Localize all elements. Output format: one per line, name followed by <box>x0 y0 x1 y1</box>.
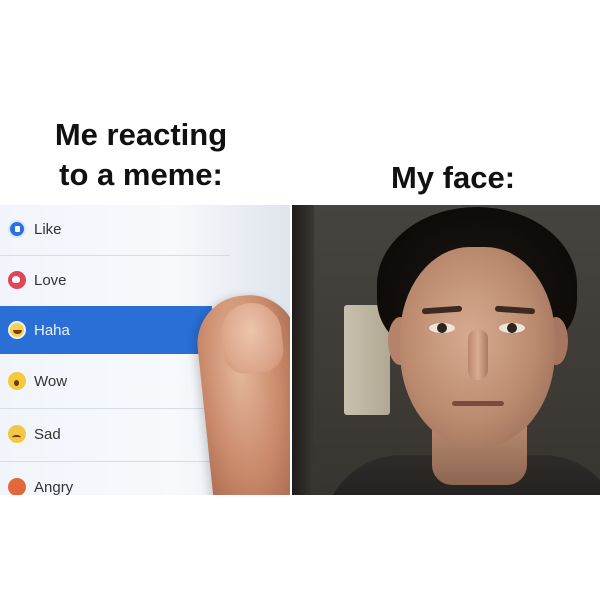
door-edge <box>292 205 314 495</box>
love-icon <box>8 271 26 289</box>
right-pupil <box>507 323 517 333</box>
reaction-label: Haha <box>34 321 70 339</box>
caption-left: Me reacting to a meme: <box>54 117 228 192</box>
mouth <box>452 401 504 406</box>
reaction-label: Wow <box>34 372 68 390</box>
reaction-label: Sad <box>34 425 61 443</box>
reaction-item-haha[interactable]: Haha <box>0 306 212 354</box>
wow-icon <box>8 372 26 390</box>
sad-icon <box>8 425 26 443</box>
reaction-menu-photo: Like Love Haha Wow Sad Angry <box>0 205 290 495</box>
angry-icon <box>8 478 26 495</box>
reaction-label: Angry <box>34 478 74 496</box>
face-photo <box>292 205 600 495</box>
nose <box>468 330 488 380</box>
like-icon <box>8 220 26 238</box>
reaction-label: Like <box>34 220 62 238</box>
haha-icon <box>8 321 26 339</box>
left-pupil <box>437 323 447 333</box>
caption-right: My face: <box>390 160 516 195</box>
reaction-item-like[interactable]: Like <box>0 205 210 253</box>
reaction-item-angry[interactable]: Angry <box>0 463 210 495</box>
reaction-label: Love <box>34 271 67 289</box>
reaction-item-sad[interactable]: Sad <box>0 410 210 458</box>
divider <box>0 461 230 462</box>
reaction-item-wow[interactable]: Wow <box>0 357 210 405</box>
divider <box>0 408 230 409</box>
reaction-item-love[interactable]: Love <box>0 256 210 304</box>
